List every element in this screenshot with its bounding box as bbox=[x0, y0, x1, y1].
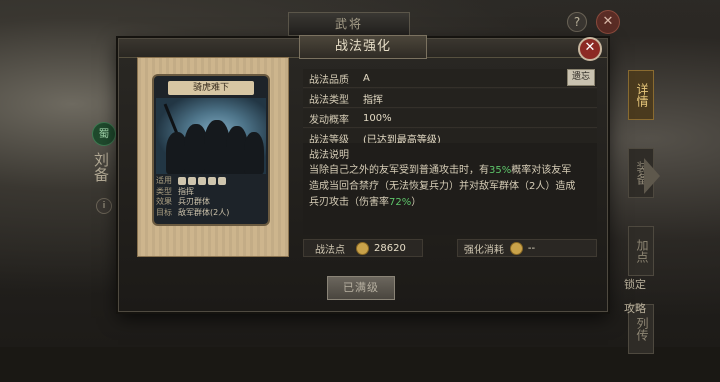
general-side-info: 蜀 刘备 i bbox=[88, 118, 118, 218]
general-tabs: 详情 装备 加点 列传 bbox=[628, 70, 654, 382]
info-icon[interactable]: i bbox=[96, 198, 112, 214]
guide-link[interactable]: 攻略 bbox=[624, 300, 646, 316]
lock-link[interactable]: 锁定 bbox=[624, 276, 646, 292]
modal-title: 战法强化 bbox=[299, 35, 427, 59]
info-row: 战法品质 A 遗忘 bbox=[303, 69, 597, 88]
general-name: 刘备 bbox=[92, 152, 110, 182]
tab-points[interactable]: 加点 bbox=[628, 226, 654, 276]
close-icon[interactable]: ✕ bbox=[578, 37, 602, 61]
background-close-icon[interactable]: ✕ bbox=[596, 10, 620, 34]
tactic-name: 骑虎难下 bbox=[168, 81, 254, 95]
card-row: 类型 指挥 bbox=[156, 186, 194, 196]
info-row: 发动概率 100% bbox=[303, 109, 597, 128]
card-row: 效果 兵刃群体 bbox=[156, 197, 210, 206]
faction-icon: 蜀 bbox=[92, 122, 116, 146]
help-icon[interactable]: ? bbox=[567, 12, 587, 32]
card-row: 适用 bbox=[156, 176, 266, 187]
description-title: 战法说明 bbox=[309, 150, 349, 161]
info-row: 战法类型 指挥 bbox=[303, 89, 597, 108]
coin-icon bbox=[356, 241, 369, 255]
tactic-card: 骑虎难下 适用 类型 指挥 效果 兵刃群体 目标 敌军群体(2人) bbox=[152, 74, 270, 226]
next-arrow-icon[interactable] bbox=[644, 158, 660, 194]
tactic-points: 战法点 28620 bbox=[303, 239, 424, 257]
description-text: 当除自己之外的友军受到普通攻击时，有35%概率对该友军 造成当回合禁疗（无法恢复… bbox=[309, 165, 576, 208]
troop-type-icons bbox=[178, 176, 266, 187]
tactic-card-info: 适用 类型 指挥 效果 兵刃群体 目标 敌军群体(2人) bbox=[156, 176, 266, 218]
upgrade-cost: 强化消耗 -- bbox=[456, 239, 597, 257]
tactic-info: 战法品质 A 遗忘 战法类型 指挥 发动概率 100% 战法等级 (已达到最高等… bbox=[303, 69, 597, 149]
forget-button[interactable]: 遗忘 bbox=[567, 69, 595, 86]
card-row: 目标 敌军群体(2人) bbox=[156, 207, 230, 217]
tactic-upgrade-modal: 战法强化 ✕ 骑虎难下 适用 类型 指挥 效果 兵刃群体 目标 敌军群体(2人)… bbox=[118, 35, 608, 312]
general-panel-title: 武将 bbox=[288, 12, 410, 36]
max-level-button[interactable]: 已满级 bbox=[327, 276, 395, 300]
tactic-card-panel: 骑虎难下 适用 类型 指挥 效果 兵刃群体 目标 敌军群体(2人) bbox=[137, 57, 289, 257]
tactic-stats: 战法点 28620 强化消耗 -- bbox=[303, 239, 597, 257]
tactic-description: 战法说明 当除自己之外的友军受到普通攻击时，有35%概率对该友军 造成当回合禁疗… bbox=[303, 143, 597, 235]
tactic-artwork bbox=[156, 98, 266, 174]
coin-icon bbox=[509, 241, 523, 255]
tab-details[interactable]: 详情 bbox=[628, 70, 654, 120]
